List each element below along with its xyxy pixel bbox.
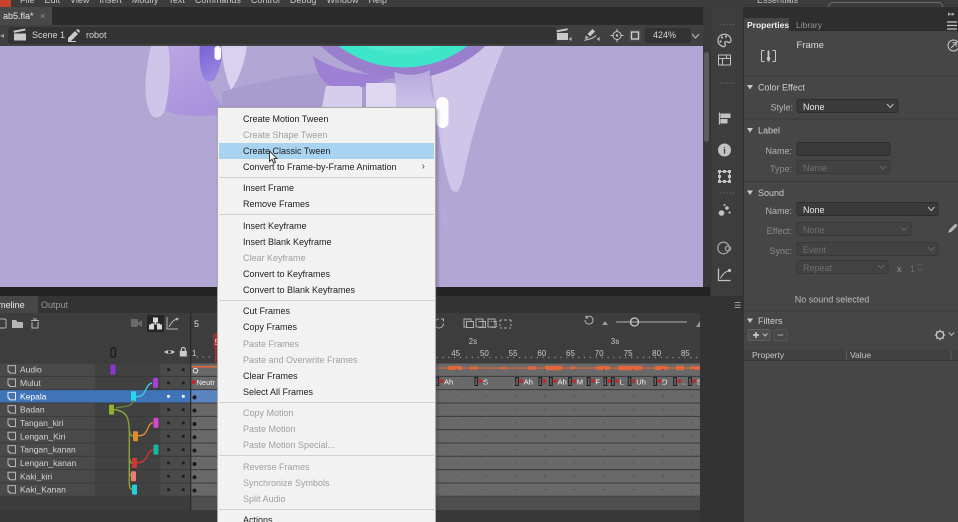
svg-text:Name:: Name: bbox=[765, 206, 792, 216]
svg-text:85: 85 bbox=[681, 349, 690, 358]
svg-text:Kaki_Kanan: Kaki_Kanan bbox=[20, 485, 66, 495]
svg-text:1: 1 bbox=[910, 264, 915, 274]
svg-text:2s: 2s bbox=[469, 337, 477, 346]
svg-text:Neutr: Neutr bbox=[197, 378, 216, 387]
svg-text:Uh: Uh bbox=[636, 378, 646, 387]
svg-text:3s: 3s bbox=[611, 337, 619, 346]
svg-text:Properties: Properties bbox=[747, 20, 789, 30]
svg-text:Lengan_Kiri: Lengan_Kiri bbox=[20, 431, 65, 441]
svg-text:Timeline: Timeline bbox=[0, 300, 25, 310]
svg-text:Kepala: Kepala bbox=[20, 391, 47, 401]
svg-text:Output: Output bbox=[41, 300, 69, 310]
svg-text:M: M bbox=[577, 378, 583, 387]
svg-text:5: 5 bbox=[194, 319, 199, 329]
svg-text:70: 70 bbox=[595, 349, 604, 358]
svg-text:Ah: Ah bbox=[444, 378, 453, 387]
svg-text:Repeat: Repeat bbox=[803, 263, 833, 273]
svg-text:Color Effect: Color Effect bbox=[758, 83, 805, 93]
svg-text:80: 80 bbox=[652, 349, 661, 358]
svg-text:▸▸: ▸▸ bbox=[948, 11, 956, 18]
svg-text:Kaki_kiri: Kaki_kiri bbox=[20, 471, 52, 481]
svg-text:D: D bbox=[662, 378, 668, 387]
svg-text:Frame: Frame bbox=[797, 40, 824, 51]
svg-text:Tangan_kanan: Tangan_kanan bbox=[20, 445, 76, 455]
svg-text:Audio: Audio bbox=[20, 365, 42, 375]
svg-text:x: x bbox=[897, 264, 902, 274]
svg-text:Lengan_kanan: Lengan_kanan bbox=[20, 458, 77, 468]
svg-text:Style:: Style: bbox=[770, 103, 793, 113]
svg-text:Sync:: Sync: bbox=[769, 246, 792, 256]
svg-text:Mulut: Mulut bbox=[20, 378, 41, 388]
svg-text:Effect:: Effect: bbox=[767, 226, 792, 236]
svg-text:Label: Label bbox=[758, 126, 780, 136]
svg-text:L: L bbox=[620, 378, 624, 387]
svg-text:Filters: Filters bbox=[758, 316, 783, 326]
svg-text:Type:: Type: bbox=[770, 164, 792, 174]
svg-text:None: None bbox=[803, 205, 825, 215]
svg-text:None: None bbox=[803, 102, 825, 112]
svg-text:75: 75 bbox=[624, 349, 633, 358]
svg-text:No sound selected: No sound selected bbox=[795, 295, 870, 305]
svg-text:Sound: Sound bbox=[758, 188, 784, 198]
svg-text:None: None bbox=[803, 225, 825, 235]
svg-text:F: F bbox=[595, 378, 600, 387]
svg-text:45: 45 bbox=[451, 349, 460, 358]
svg-text:Ah: Ah bbox=[558, 378, 567, 387]
svg-text:Value: Value bbox=[850, 350, 871, 360]
svg-text:Badan: Badan bbox=[20, 405, 45, 415]
svg-text:60: 60 bbox=[537, 349, 546, 358]
svg-text:Property: Property bbox=[752, 350, 785, 360]
svg-text:Ah: Ah bbox=[524, 378, 533, 387]
svg-text:Name:: Name: bbox=[765, 146, 792, 156]
svg-text:Event: Event bbox=[803, 245, 827, 255]
svg-text:50: 50 bbox=[480, 349, 489, 358]
svg-text:Library: Library bbox=[796, 20, 823, 30]
svg-text:S: S bbox=[483, 378, 488, 387]
svg-text:Name: Name bbox=[803, 163, 827, 173]
svg-text:..: .. bbox=[682, 378, 686, 387]
svg-text:1: 1 bbox=[192, 349, 197, 358]
svg-text:Tangan_kiri: Tangan_kiri bbox=[20, 418, 64, 428]
svg-text:55: 55 bbox=[509, 349, 518, 358]
svg-text:65: 65 bbox=[566, 349, 575, 358]
